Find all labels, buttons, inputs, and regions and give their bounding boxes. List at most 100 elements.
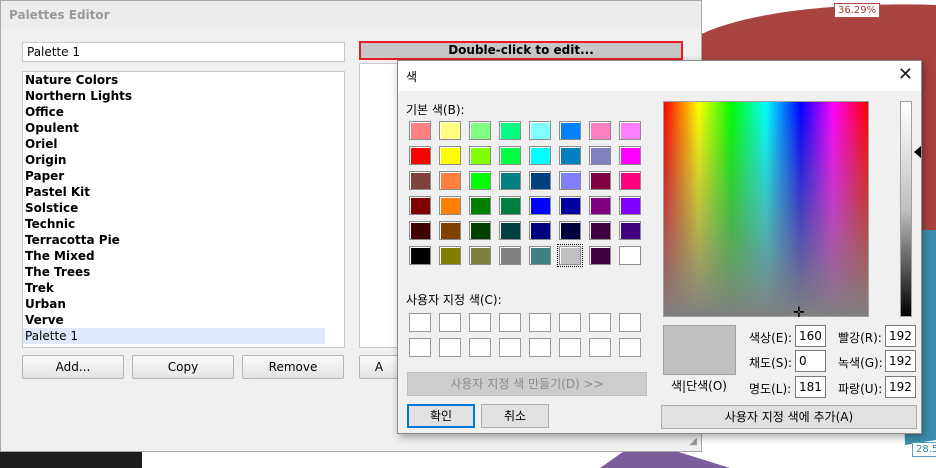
apply-button-partial[interactable]: A xyxy=(359,355,399,379)
palette-list-item[interactable]: Palette 1 xyxy=(23,328,325,344)
basic-color-swatch[interactable] xyxy=(409,121,431,140)
palette-list-item[interactable]: The Trees xyxy=(23,264,325,280)
basic-color-swatch[interactable] xyxy=(619,246,641,265)
custom-color-swatch[interactable] xyxy=(559,313,581,332)
hue-field[interactable]: 160 xyxy=(795,325,826,347)
basic-color-swatch[interactable] xyxy=(529,171,551,190)
custom-color-swatch[interactable] xyxy=(409,313,431,332)
basic-color-swatch[interactable] xyxy=(409,196,431,215)
resize-grip-icon[interactable]: ◢ xyxy=(689,436,697,447)
basic-color-swatch[interactable] xyxy=(589,196,611,215)
basic-color-swatch[interactable] xyxy=(469,121,491,140)
edit-colors-bar[interactable]: Double-click to edit... xyxy=(359,41,683,60)
sat-field[interactable]: 0 xyxy=(795,350,826,372)
palette-list-item[interactable]: Terracotta Pie xyxy=(23,232,325,248)
custom-color-swatch[interactable] xyxy=(619,313,641,332)
palette-list-item[interactable]: Trek xyxy=(23,280,325,296)
define-custom-colors-button[interactable]: 사용자 지정 색 만들기(D) >> xyxy=(407,372,647,396)
blue-field[interactable]: 192 xyxy=(885,376,916,398)
basic-color-swatch[interactable] xyxy=(619,146,641,165)
basic-color-swatch[interactable] xyxy=(619,196,641,215)
palette-list-item[interactable]: The Mixed xyxy=(23,248,325,264)
palette-list-item[interactable]: Paper xyxy=(23,168,325,184)
basic-color-swatch[interactable] xyxy=(499,146,521,165)
basic-color-swatch[interactable] xyxy=(559,221,581,240)
custom-color-swatch[interactable] xyxy=(469,313,491,332)
ok-button[interactable]: 확인 xyxy=(407,404,475,428)
basic-color-swatch[interactable] xyxy=(499,196,521,215)
basic-color-swatch[interactable] xyxy=(409,246,431,265)
palette-list-item[interactable]: Pastel Kit xyxy=(23,184,325,200)
basic-color-swatch[interactable] xyxy=(557,244,583,267)
basic-color-swatch[interactable] xyxy=(409,171,431,190)
palette-list-item[interactable]: Verve xyxy=(23,312,325,328)
custom-color-swatch[interactable] xyxy=(499,313,521,332)
palette-list-item[interactable]: Nature Colors xyxy=(23,72,325,88)
close-icon[interactable]: ✕ xyxy=(898,65,913,85)
basic-color-swatch[interactable] xyxy=(499,171,521,190)
basic-color-swatch[interactable] xyxy=(589,246,611,265)
basic-color-swatch[interactable] xyxy=(589,121,611,140)
cancel-button[interactable]: 취소 xyxy=(481,404,549,428)
basic-color-swatch[interactable] xyxy=(529,196,551,215)
palette-list-item[interactable]: Origin xyxy=(23,152,325,168)
palette-list-item[interactable]: Opulent xyxy=(23,120,325,136)
custom-color-swatch[interactable] xyxy=(469,338,491,357)
basic-color-swatch[interactable] xyxy=(439,196,461,215)
palette-list-item[interactable]: Urban xyxy=(23,296,325,312)
color-spectrum[interactable] xyxy=(663,101,869,317)
basic-color-swatch[interactable] xyxy=(499,121,521,140)
basic-color-swatch[interactable] xyxy=(589,221,611,240)
custom-color-swatch[interactable] xyxy=(559,338,581,357)
custom-color-swatch[interactable] xyxy=(619,338,641,357)
green-field[interactable]: 192 xyxy=(885,350,916,372)
basic-color-swatch[interactable] xyxy=(469,196,491,215)
basic-color-swatch[interactable] xyxy=(529,246,551,265)
basic-color-swatch[interactable] xyxy=(499,246,521,265)
add-to-custom-colors-button[interactable]: 사용자 지정 색에 추가(A) xyxy=(661,405,917,429)
basic-color-swatch[interactable] xyxy=(559,171,581,190)
custom-color-swatch[interactable] xyxy=(529,313,551,332)
palette-list[interactable]: Nature Colors Northern Lights Office Opulen… xyxy=(22,71,345,348)
basic-color-swatch[interactable] xyxy=(619,221,641,240)
basic-color-swatch[interactable] xyxy=(469,171,491,190)
basic-color-swatch[interactable] xyxy=(529,146,551,165)
custom-color-swatch[interactable] xyxy=(499,338,521,357)
basic-color-swatch[interactable] xyxy=(409,221,431,240)
basic-color-swatch[interactable] xyxy=(619,171,641,190)
custom-color-swatch[interactable] xyxy=(589,338,611,357)
remove-palette-button[interactable]: Remove xyxy=(242,355,344,379)
basic-color-swatch[interactable] xyxy=(589,171,611,190)
lum-field[interactable]: 181 xyxy=(795,376,826,398)
palette-list-item[interactable]: Oriel xyxy=(23,136,325,152)
palette-name-input[interactable]: Palette 1 xyxy=(22,42,345,62)
basic-color-swatch[interactable] xyxy=(439,246,461,265)
palette-list-item[interactable]: Technic xyxy=(23,216,325,232)
basic-color-swatch[interactable] xyxy=(439,221,461,240)
basic-color-swatch[interactable] xyxy=(409,146,431,165)
basic-color-swatch[interactable] xyxy=(589,146,611,165)
luminance-arrow-icon[interactable] xyxy=(914,146,921,158)
basic-color-swatch[interactable] xyxy=(619,121,641,140)
custom-color-swatch[interactable] xyxy=(439,338,461,357)
basic-color-swatch[interactable] xyxy=(469,221,491,240)
basic-color-swatch[interactable] xyxy=(529,121,551,140)
red-field[interactable]: 192 xyxy=(885,325,916,347)
add-palette-button[interactable]: Add... xyxy=(22,355,124,379)
palette-list-item[interactable]: Office xyxy=(23,104,325,120)
basic-color-swatch[interactable] xyxy=(439,171,461,190)
basic-color-swatch[interactable] xyxy=(529,221,551,240)
palette-list-item[interactable]: Northern Lights xyxy=(23,88,325,104)
copy-palette-button[interactable]: Copy xyxy=(132,355,234,379)
basic-color-swatch[interactable] xyxy=(469,146,491,165)
basic-color-swatch[interactable] xyxy=(439,121,461,140)
custom-color-swatch[interactable] xyxy=(589,313,611,332)
basic-color-swatch[interactable] xyxy=(469,246,491,265)
basic-color-swatch[interactable] xyxy=(499,221,521,240)
basic-color-swatch[interactable] xyxy=(439,146,461,165)
custom-color-swatch[interactable] xyxy=(529,338,551,357)
palette-list-item[interactable]: Solstice xyxy=(23,200,325,216)
basic-color-swatch[interactable] xyxy=(559,146,581,165)
custom-color-swatch[interactable] xyxy=(409,338,431,357)
basic-color-swatch[interactable] xyxy=(559,121,581,140)
